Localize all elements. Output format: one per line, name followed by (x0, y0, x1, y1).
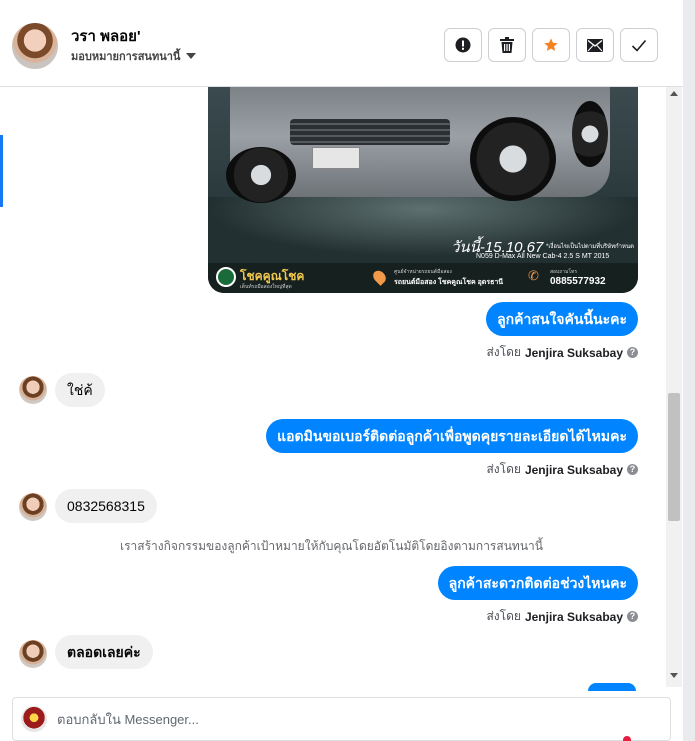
advert-footer: โชคคูณโชค เต็นท์รถมือสองใหญ่ที่สุด ศูนย์… (208, 263, 638, 293)
assign-label: มอบหมายการสนทนานี้ (71, 51, 181, 63)
sent-by-agent: Jenjira Suksabay (524, 609, 623, 624)
message-bubble-incoming[interactable]: ตลอดเลยค่ะ (55, 635, 153, 669)
sent-by-prefix: ส่งโดย (486, 462, 521, 476)
scroll-down-arrow-icon[interactable] (670, 673, 678, 678)
trash-icon (500, 37, 514, 53)
car-advert-image[interactable]: วันนี้-15.10.67 *เงื่อนไขเป็นไปตามที่บริ… (208, 87, 638, 293)
message-bubble-incoming[interactable]: ใช่ค้ (55, 373, 105, 407)
promo-note: *เงื่อนไขเป็นไปตามที่บริษัทกำหนด (546, 244, 634, 250)
message-bubble-outgoing[interactable]: ลูกค้าสะดวกติดต่อช่วงไหนคะ (437, 566, 638, 600)
scroll-thumb[interactable] (668, 393, 680, 521)
chat-scrollbar[interactable] (666, 87, 682, 687)
messenger-inbox-pane: วรา พลอย' มอบหมายการสนทนานี้ วันนี้-15.1… (0, 0, 695, 741)
mark-unread-button[interactable] (576, 28, 614, 62)
rear-wheel (572, 101, 608, 167)
mail-icon (587, 38, 603, 52)
mark-done-button[interactable] (620, 28, 658, 62)
location-label: ศูนย์จำหน่ายรถยนต์มือสอง (394, 269, 452, 275)
dealer-logo-icon (216, 267, 236, 287)
phone-icon: ✆ (528, 268, 539, 283)
alert-icon (455, 37, 471, 53)
window-edge (683, 0, 695, 741)
message-bubble-outgoing-partial[interactable] (588, 683, 636, 691)
contact-avatar-small (19, 493, 47, 521)
sent-by-label: ส่งโดย Jenjira Suksabay ? (486, 343, 638, 362)
contact-avatar[interactable] (12, 23, 58, 69)
scroll-up-arrow-icon[interactable] (670, 91, 678, 96)
contact-name[interactable]: วรา พลอย' (71, 24, 141, 48)
info-icon[interactable]: ? (627, 464, 638, 475)
system-activity-note: เราสร้างกิจกรรมของลูกค้าเป้าหมายให้กับคุ… (120, 539, 543, 553)
sent-by-label: ส่งโดย Jenjira Suksabay ? (486, 460, 638, 479)
phone-label: สอบถามโทร (550, 269, 578, 275)
message-bubble-incoming[interactable]: 0832568315 (55, 489, 157, 523)
car-model: N059 D-Max All New Cab-4 2.5 S MT 2015 (476, 253, 610, 260)
notification-dot (623, 736, 631, 741)
star-button[interactable] (532, 28, 570, 62)
car-plate (312, 147, 360, 169)
page-avatar (21, 706, 47, 732)
location-name: รถยนต์มือสอง โชคคูณโชค อุดรธานี (394, 279, 504, 286)
info-icon[interactable]: ? (627, 611, 638, 622)
contact-avatar-small (19, 376, 47, 404)
location-pin-icon (370, 268, 389, 286)
message-bubble-outgoing[interactable]: ลูกค้าสนใจคันนี้นะคะ (486, 302, 638, 336)
delete-button[interactable] (488, 28, 526, 62)
reply-composer (12, 697, 671, 741)
sent-by-agent: Jenjira Suksabay (524, 345, 623, 360)
caret-down-icon (186, 53, 197, 59)
sent-by-agent: Jenjira Suksabay (524, 462, 623, 477)
reply-input[interactable] (57, 708, 617, 730)
star-icon (544, 38, 558, 51)
front-right-wheel (470, 117, 556, 201)
selected-thread-indicator (0, 135, 3, 207)
front-left-wheel (226, 147, 296, 203)
phone-number: 0885577932 (550, 276, 606, 287)
dealer-tagline: เต็นท์รถมือสองใหญ่ที่สุด (240, 284, 292, 290)
mark-spam-button[interactable] (444, 28, 482, 62)
message-bubble-outgoing[interactable]: แอดมินขอเบอร์ติดต่อลูกค้าเพื่อพูดคุยรายล… (266, 419, 638, 453)
sent-by-prefix: ส่งโดย (486, 345, 521, 359)
check-icon (631, 39, 647, 52)
assign-conversation-dropdown[interactable]: มอบหมายการสนทนานี้ (71, 47, 197, 65)
sent-by-label: ส่งโดย Jenjira Suksabay ? (486, 607, 638, 626)
conversation-header: วรา พลอย' มอบหมายการสนทนานี้ (0, 0, 683, 87)
car-grille (290, 119, 450, 145)
info-icon[interactable]: ? (627, 347, 638, 358)
sent-by-prefix: ส่งโดย (486, 609, 521, 623)
conversation-actions (444, 28, 658, 62)
contact-avatar-small (19, 640, 47, 668)
